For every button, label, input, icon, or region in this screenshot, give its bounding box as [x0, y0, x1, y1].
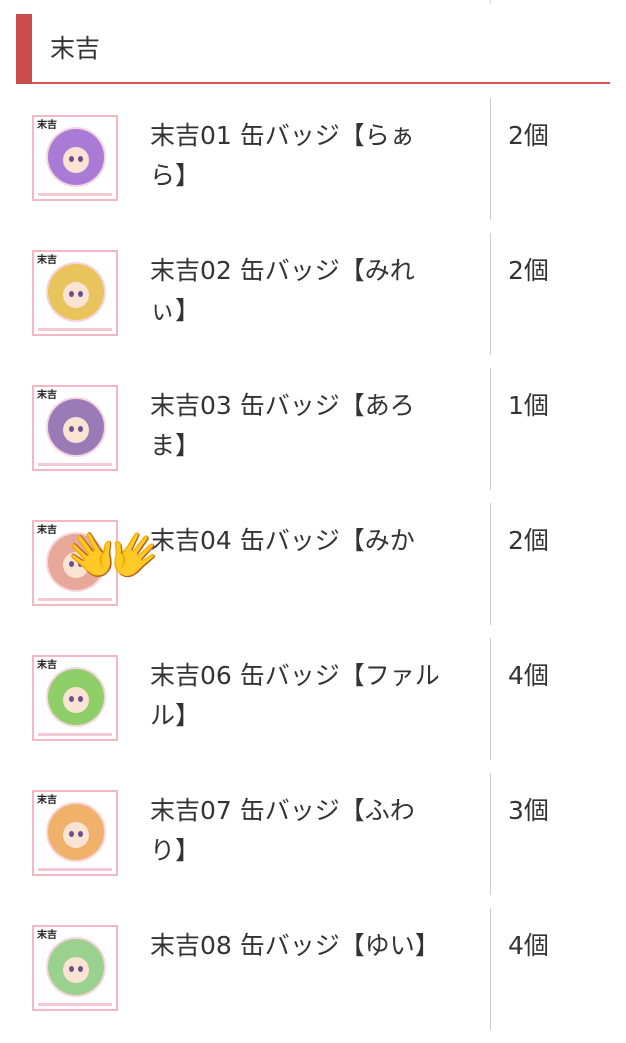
badge-thumbnail[interactable]: 末吉 [32, 655, 118, 741]
list-item[interactable]: 末吉 末吉07 缶バッジ【ふわり】 3個 [0, 773, 626, 908]
thumbnail-footer-strip [38, 868, 112, 871]
thumbnail-footer-strip [38, 193, 112, 196]
item-quantity: 4個 [508, 931, 549, 960]
character-eye [69, 156, 74, 162]
badge-thumbnail[interactable]: 末吉 [32, 925, 118, 1011]
thumbnail-tag: 末吉 [37, 930, 57, 941]
thumbnail-tag: 末吉 [37, 795, 57, 806]
column-divider [490, 98, 491, 220]
column-divider [490, 638, 491, 760]
list-item[interactable]: 末吉 末吉08 缶バッジ【ゆい】 4個 [0, 908, 626, 1043]
item-name: 末吉08 缶バッジ【ゆい】 [150, 931, 440, 960]
character-face [63, 417, 89, 443]
character-face [63, 822, 89, 848]
character-face [63, 147, 89, 173]
thumbnail-footer-strip [38, 463, 112, 466]
raised-hands-icon: 👐 [66, 511, 161, 600]
item-name: 末吉06 缶バッジ【ファルル】 [150, 661, 440, 730]
character-eye [78, 426, 83, 432]
column-divider [490, 503, 491, 625]
badge-thumbnail[interactable]: 末吉 [32, 790, 118, 876]
item-name: 末吉07 缶バッジ【ふわり】 [150, 796, 415, 865]
character-face [63, 282, 89, 308]
section-accent-bar [16, 14, 32, 84]
item-quantity: 2個 [508, 121, 549, 150]
character-face [63, 957, 89, 983]
thumbnail-tag: 末吉 [37, 255, 57, 266]
column-divider [490, 233, 491, 355]
item-name: 末吉02 缶バッジ【みれぃ】 [150, 256, 415, 325]
thumbnail-footer-strip [38, 733, 112, 736]
character-eye [78, 696, 83, 702]
character-eye [78, 156, 83, 162]
column-divider [490, 368, 491, 490]
item-quantity: 2個 [508, 256, 549, 285]
item-name: 末吉01 缶バッジ【らぁら】 [150, 121, 415, 190]
item-name: 末吉04 缶バッジ【みか [150, 526, 415, 555]
top-divider [490, 0, 491, 4]
badge-thumbnail[interactable]: 末吉 [32, 250, 118, 336]
character-eye [69, 966, 74, 972]
thumbnail-footer-strip [38, 328, 112, 331]
item-quantity: 1個 [508, 391, 549, 420]
column-divider [490, 908, 491, 1030]
section-header: 末吉 [16, 14, 610, 84]
list-item[interactable]: 末吉 末吉03 缶バッジ【あろま】 1個 [0, 368, 626, 503]
character-face [63, 687, 89, 713]
item-quantity: 2個 [508, 526, 549, 555]
character-eye [69, 831, 74, 837]
item-name: 末吉03 缶バッジ【あろま】 [150, 391, 415, 460]
thumbnail-tag: 末吉 [37, 390, 57, 401]
character-eye [69, 426, 74, 432]
thumbnail-footer-strip [38, 1003, 112, 1006]
character-eye [78, 291, 83, 297]
character-eye [78, 966, 83, 972]
list-item[interactable]: 末吉 末吉02 缶バッジ【みれぃ】 2個 [0, 233, 626, 368]
character-eye [69, 291, 74, 297]
thumbnail-tag: 末吉 [37, 120, 57, 131]
badge-thumbnail[interactable]: 末吉 [32, 385, 118, 471]
item-quantity: 4個 [508, 661, 549, 690]
thumbnail-tag: 末吉 [37, 525, 57, 536]
badge-thumbnail[interactable]: 末吉 [32, 115, 118, 201]
thumbnail-tag: 末吉 [37, 660, 57, 671]
character-eye [78, 831, 83, 837]
section-title: 末吉 [50, 34, 101, 63]
character-eye [69, 696, 74, 702]
list-item[interactable]: 末吉 末吉01 缶バッジ【らぁら】 2個 [0, 98, 626, 233]
column-divider [490, 773, 491, 895]
list-item[interactable]: 末吉 末吉06 缶バッジ【ファルル】 4個 [0, 638, 626, 773]
item-quantity: 3個 [508, 796, 549, 825]
